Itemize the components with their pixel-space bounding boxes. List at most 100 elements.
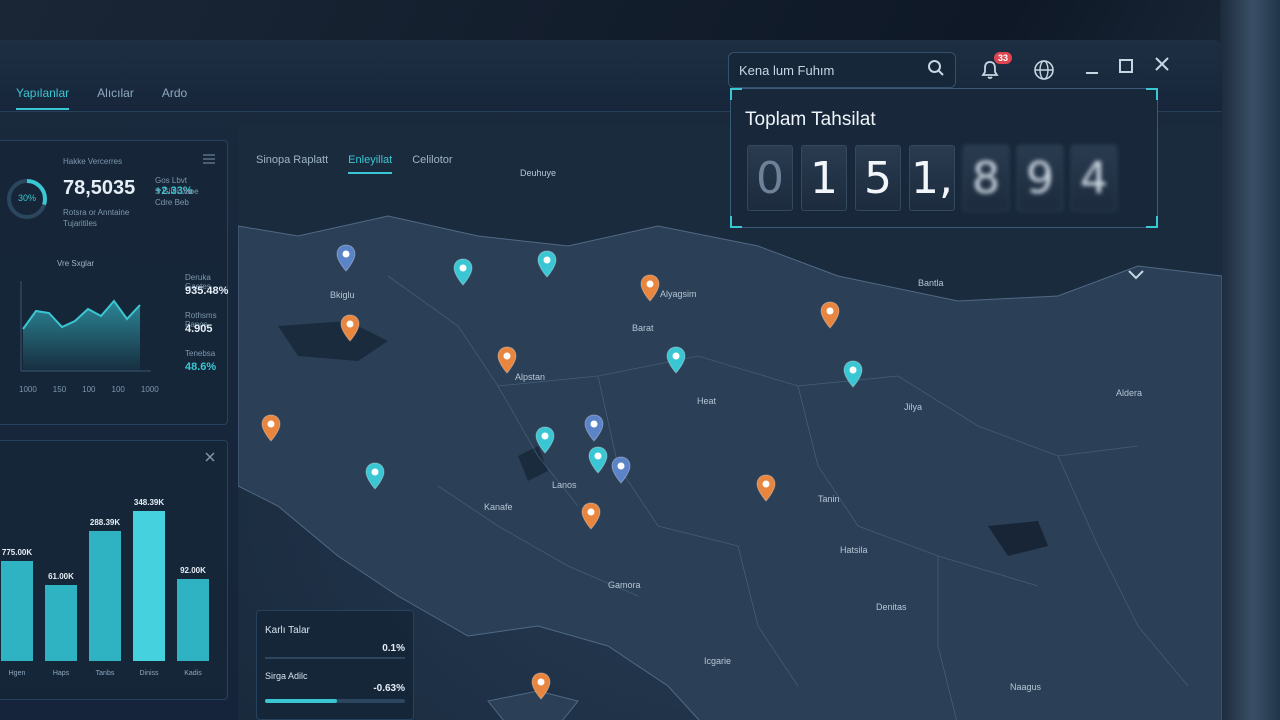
- search-box[interactable]: [728, 52, 956, 88]
- bar[interactable]: [1, 561, 33, 661]
- tab-ardo[interactable]: Ardo: [162, 86, 187, 110]
- map-tab-1[interactable]: Sinopa Raplatt: [256, 154, 328, 174]
- map-pin-icon[interactable]: [336, 244, 356, 272]
- map-pin-icon[interactable]: [843, 360, 863, 388]
- progress-track: [265, 657, 405, 659]
- collapse-button[interactable]: [1126, 268, 1146, 287]
- kpi-note: Gos Lbvt S Gilth Jaoe Cdre Beb: [155, 176, 199, 207]
- map-pin-icon[interactable]: [365, 462, 385, 490]
- city-label: Naagus: [1010, 682, 1042, 692]
- progress-fill: [265, 699, 337, 703]
- map-pin-icon[interactable]: [640, 274, 660, 302]
- bar-value-label: 348.39K: [134, 498, 164, 507]
- map-pin-icon[interactable]: [611, 456, 631, 484]
- digit: 0: [747, 145, 793, 211]
- bar-category-label: Kadis: [184, 670, 202, 677]
- search-input[interactable]: [739, 62, 927, 78]
- city-label: Lanos: [552, 480, 577, 490]
- map-tab-3[interactable]: Celilotor: [412, 154, 452, 174]
- digit: 1,: [909, 145, 955, 211]
- digit: 1: [801, 145, 847, 211]
- city-label: Denitas: [876, 602, 907, 612]
- map-pin-icon[interactable]: [261, 414, 281, 442]
- city-label: Heat: [697, 396, 717, 406]
- x-tick: 100: [82, 385, 96, 394]
- city-label: Gamora: [608, 580, 641, 590]
- digit-counter: 0 1 5 1, 8 9 4: [747, 145, 1117, 211]
- map-pin-icon[interactable]: [497, 346, 517, 374]
- map-pin-icon[interactable]: [584, 414, 604, 442]
- map-tabs: Sinopa Raplatt Enleyillat Celilotor: [256, 154, 453, 174]
- close-icon[interactable]: [205, 449, 215, 467]
- bar-chart-panel: 775.00K Hgen 61.00K Haps 288.39K Tanbs 348.39K…: [0, 440, 228, 700]
- maximize-button[interactable]: [1112, 54, 1140, 82]
- row-label: Sirga Adilc: [265, 671, 308, 681]
- map-pin-icon[interactable]: [581, 502, 601, 530]
- bar-category-label: Tanbs: [96, 670, 115, 677]
- map-pin-icon[interactable]: [453, 258, 473, 286]
- city-label: Alyagsim: [660, 289, 697, 299]
- bar[interactable]: [177, 579, 209, 661]
- map-pin-icon[interactable]: [820, 301, 840, 329]
- bar-category-label: Hgen: [9, 670, 26, 677]
- chart-legend: Vre Sxglar: [57, 259, 95, 268]
- kpi-caption: Hakke Vercerres: [63, 157, 123, 166]
- chevron-down-icon: [1126, 269, 1146, 286]
- map-pin-icon[interactable]: [588, 446, 608, 474]
- digit: 4: [1071, 145, 1117, 211]
- close-button[interactable]: [1148, 52, 1176, 80]
- stat-value: 935.48%: [185, 285, 229, 297]
- bar-value-label: 92.00K: [180, 566, 206, 575]
- digit: 8: [963, 145, 1009, 211]
- bar[interactable]: [133, 511, 165, 661]
- city-label: Icgarie: [704, 656, 732, 666]
- line-chart: [20, 281, 151, 372]
- x-tick: 1000: [19, 385, 37, 394]
- menu-icon[interactable]: [203, 151, 215, 169]
- map-pin-icon[interactable]: [535, 426, 555, 454]
- map-pin-icon[interactable]: [531, 672, 551, 700]
- stat-value: 4.905: [185, 323, 213, 335]
- kpi-panel: 30% Hakke Vercerres 78,5035 Rotsra or An…: [0, 140, 228, 425]
- map-pin-icon[interactable]: [537, 250, 557, 278]
- stat-label: Tenebsa: [185, 349, 216, 358]
- city-label: Barat: [632, 323, 654, 333]
- x-ticks: 1000 150 100 100 1000: [19, 385, 159, 394]
- total-collection-panel: Toplam Tahsilat 0 1 5 1, 8 9 4: [730, 88, 1158, 228]
- notification-badge: 33: [993, 52, 1012, 64]
- city-label: Jilya: [904, 402, 923, 412]
- bar[interactable]: [89, 531, 121, 661]
- bar[interactable]: [45, 585, 77, 661]
- city-label: Bkiglu: [330, 290, 355, 300]
- map-pin-icon[interactable]: [666, 346, 686, 374]
- kpi-value: 78,5035: [63, 177, 136, 199]
- map-pin-icon[interactable]: [340, 314, 360, 342]
- tab-yapilanlar[interactable]: Yapılanlar: [16, 86, 70, 110]
- tab-alicilar[interactable]: Alıcılar: [97, 86, 134, 110]
- minimize-icon: [1084, 60, 1100, 81]
- x-tick: 150: [52, 385, 67, 394]
- minimize-button[interactable]: [1078, 56, 1106, 84]
- bar-value-label: 288.39K: [90, 518, 120, 527]
- map-pin-icon[interactable]: [756, 474, 776, 502]
- bar-category-label: Haps: [53, 670, 70, 677]
- globe-button[interactable]: [1030, 58, 1058, 86]
- city-label: Bantla: [918, 278, 944, 288]
- globe-icon: [1033, 59, 1055, 86]
- map-tab-2[interactable]: Enleyillat: [348, 154, 393, 174]
- row-value: -0.63%: [373, 683, 405, 694]
- bar-category-label: Diniss: [139, 670, 159, 677]
- monitor-frame-edge: [1220, 0, 1280, 720]
- city-label: Tanin: [818, 494, 840, 504]
- city-label: Hatsila: [840, 545, 868, 555]
- city-label: Alpstan: [515, 372, 546, 382]
- city-label: Kanafe: [484, 502, 513, 512]
- x-tick: 100: [111, 385, 125, 394]
- stat-value: 48.6%: [185, 361, 217, 373]
- notifications-button[interactable]: 33: [976, 52, 1012, 86]
- map-center-label: Deuhuye: [520, 168, 557, 178]
- search-icon[interactable]: [927, 59, 945, 82]
- ring-label: 30%: [17, 193, 36, 203]
- x-tick: 1000: [140, 385, 159, 394]
- nav-tabs: Yapılanlar Alıcılar Ardo: [16, 86, 187, 110]
